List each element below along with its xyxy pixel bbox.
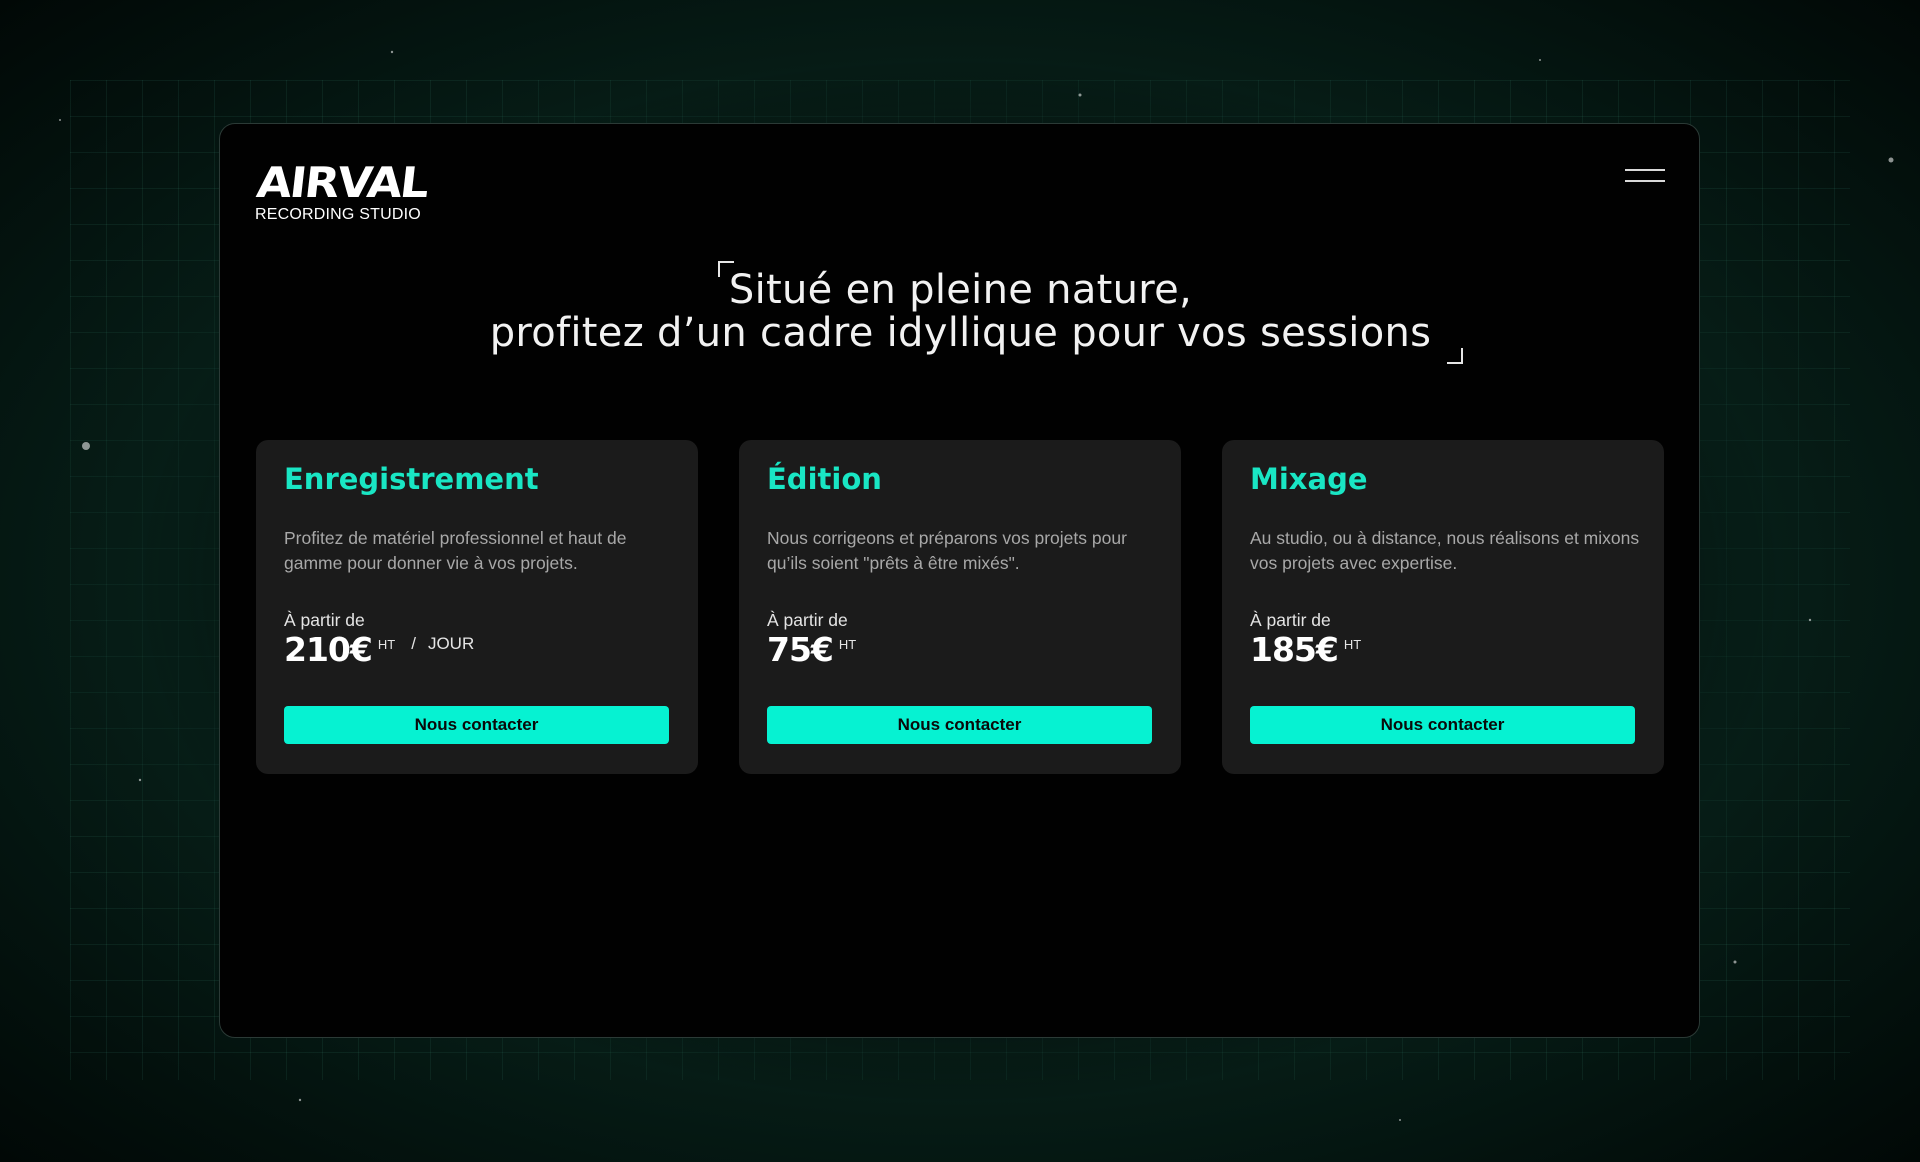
main-window: AIRVAL RECORDING STUDIO Situé en pleine … [219, 123, 1700, 1038]
price-from-label: À partir de [1250, 610, 1331, 630]
card-description: Au studio, ou à distance, nous réalisons… [1250, 528, 1640, 573]
hero-headline: Situé en pleine nature, profitez d’un ca… [220, 267, 1699, 356]
card-title: Enregistrement [284, 462, 539, 496]
price-from-label: À partir de [767, 610, 848, 630]
price-tax-label: HT [1343, 637, 1362, 652]
price-amount: 185€ [1250, 630, 1339, 669]
card-description: Nous corrigeons et préparons vos projets… [767, 528, 1127, 573]
service-card-mixage: Mixage Au studio, ou à distance, nous ré… [1222, 440, 1664, 774]
contact-button[interactable]: Nous contacter [767, 706, 1152, 744]
price: 185€ HT [1250, 630, 1361, 669]
brand-subtitle: RECORDING STUDIO [255, 206, 421, 223]
price-tax-label: HT [377, 637, 396, 652]
price: 75€ HT [767, 630, 856, 669]
price-amount: 210€ [284, 630, 373, 669]
hamburger-menu-icon[interactable] [1625, 162, 1665, 188]
hero-line-2: profitez d’un cadre idyllique pour vos s… [489, 310, 1432, 356]
contact-button[interactable]: Nous contacter [1250, 706, 1635, 744]
brand-name: AIRVAL [254, 158, 430, 207]
price-amount: 75€ [767, 630, 834, 669]
service-card-enregistrement: Enregistrement Profitez de matériel prof… [256, 440, 698, 774]
price-unit: JOUR [427, 634, 475, 653]
card-title: Édition [767, 462, 882, 496]
service-card-edition: Édition Nous corrigeons et préparons vos… [739, 440, 1181, 774]
corner-bracket-bottom-right [1447, 348, 1463, 364]
price-from-label: À partir de [284, 610, 365, 630]
price: 210€ HT / JOUR [284, 630, 474, 669]
brand-logo[interactable]: AIRVAL RECORDING STUDIO [254, 158, 430, 224]
price-tax-label: HT [838, 637, 857, 652]
card-title: Mixage [1250, 462, 1368, 496]
hero-line-1: Situé en pleine nature, [728, 267, 1193, 313]
card-description: Profitez de matériel professionnel et ha… [284, 528, 627, 573]
price-separator: / [411, 634, 416, 653]
menu-line [1625, 169, 1665, 171]
contact-button[interactable]: Nous contacter [284, 706, 669, 744]
menu-line [1625, 180, 1665, 182]
